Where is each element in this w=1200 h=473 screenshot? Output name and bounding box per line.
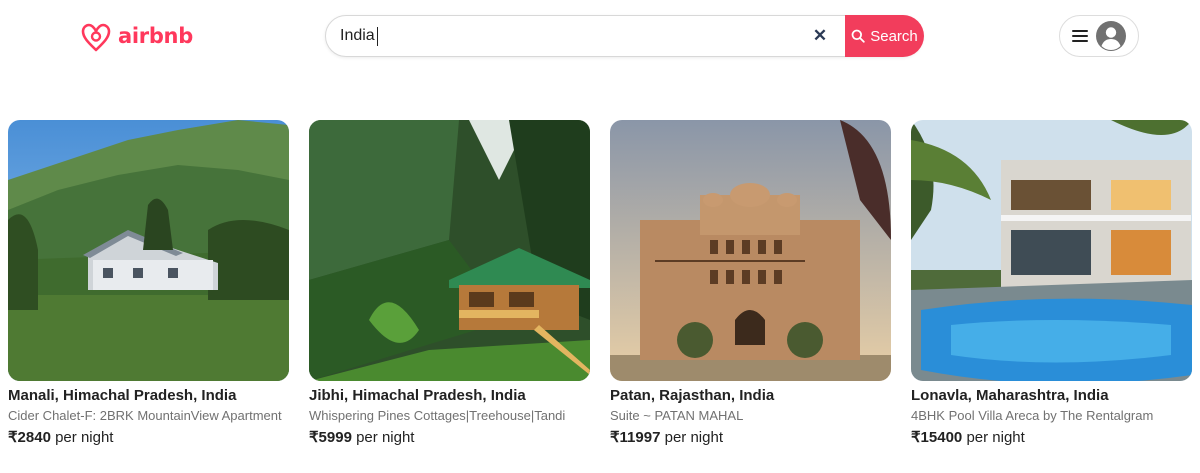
listing-card[interactable]: Lonavla, Maharashtra, India 4BHK Pool Vi… [911, 120, 1192, 446]
listing-card[interactable]: Manali, Himachal Pradesh, India Cider Ch… [8, 120, 289, 446]
search-icon [851, 29, 865, 43]
listing-location: Jibhi, Himachal Pradesh, India [309, 387, 526, 404]
listing-price: ₹5999 per night [309, 428, 590, 446]
listing-name: 4BHK Pool Villa Areca by The Rentalgram [911, 408, 1154, 423]
listing-photo[interactable] [8, 120, 289, 381]
airbnb-logo-icon [81, 23, 111, 52]
search-button[interactable]: Search [845, 15, 924, 57]
listing-price: ₹15400 per night [911, 428, 1192, 446]
listing-photo[interactable] [911, 120, 1192, 381]
price-unit: per night [664, 429, 723, 446]
listing-photo[interactable] [309, 120, 590, 381]
listing-price: ₹11997 per night [610, 428, 891, 446]
listing-location: Lonavla, Maharashtra, India [911, 387, 1109, 404]
hamburger-icon [1072, 30, 1088, 42]
listing-photo[interactable] [610, 120, 891, 381]
top-navbar: airbnb ✕ Search [0, 0, 1200, 72]
listing-price: ₹2840 per night [8, 428, 289, 446]
close-icon[interactable]: ✕ [812, 27, 828, 44]
listing-name: Cider Chalet-F: 2BRK MountainView Apartm… [8, 408, 282, 423]
price-amount: ₹11997 [610, 429, 661, 446]
listing-name: Suite ~ PATAN MAHAL [610, 408, 744, 423]
price-amount: ₹2840 [8, 429, 51, 446]
search-button-label: Search [870, 27, 918, 45]
airbnb-logo[interactable]: airbnb [78, 17, 193, 55]
price-unit: per night [356, 429, 415, 446]
listing-location: Patan, Rajasthan, India [610, 387, 775, 404]
text-caret [377, 27, 378, 46]
search-bar: ✕ Search [325, 15, 924, 57]
search-input[interactable] [340, 22, 780, 50]
user-avatar-icon [1096, 21, 1126, 51]
price-unit: per night [55, 429, 114, 446]
price-amount: ₹5999 [309, 429, 352, 446]
listing-name: Whispering Pines Cottages|Treehouse|Tand… [309, 408, 566, 423]
listing-card[interactable]: Patan, Rajasthan, India Suite ~ PATAN MA… [610, 120, 891, 446]
brand-name: airbnb [118, 24, 193, 48]
user-menu-button[interactable] [1059, 15, 1139, 57]
price-amount: ₹15400 [911, 429, 963, 446]
listing-location: Manali, Himachal Pradesh, India [8, 387, 237, 404]
listing-card[interactable]: Jibhi, Himachal Pradesh, India Whisperin… [309, 120, 590, 446]
price-unit: per night [966, 429, 1025, 446]
